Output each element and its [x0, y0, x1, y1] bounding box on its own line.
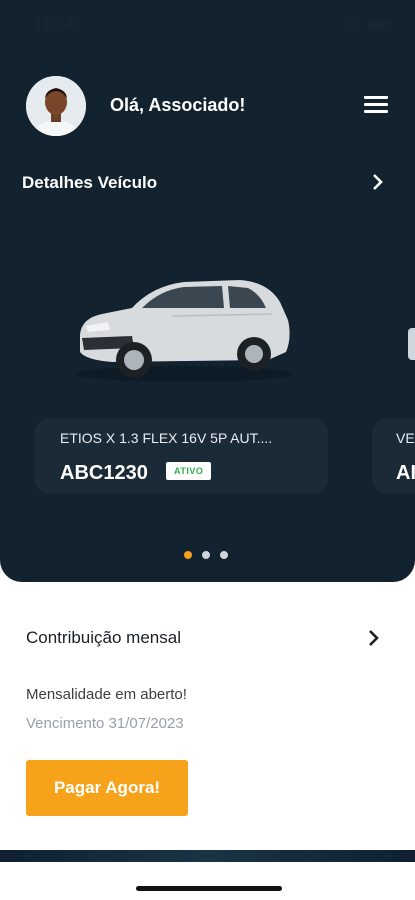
wifi-icon — [343, 18, 361, 30]
pay-now-button[interactable]: Pagar Agora! — [26, 760, 188, 816]
status-bar: 11:34 — [0, 0, 415, 50]
home-indicator[interactable] — [136, 886, 282, 891]
vehicle-plate: ABC1230 — [60, 462, 148, 484]
monthly-contribution-title: Contribuição mensal — [26, 628, 181, 647]
menu-icon[interactable] — [364, 96, 388, 116]
open-payment-message: Mensalidade em aberto! — [26, 686, 187, 703]
vehicle-model: ETIOS X 1.3 FLEX 16V 5P AUT.... — [60, 430, 273, 446]
vehicle-details-title: Detalhes Veículo — [22, 173, 158, 192]
hero-panel: 11:34 Olá, Associado! Detalhes Veículo E… — [0, 0, 415, 582]
bottom-strip — [0, 850, 415, 862]
chevron-right-icon[interactable] — [366, 628, 382, 648]
next-car-image — [408, 328, 415, 360]
vehicle-plate: AI — [396, 462, 415, 484]
carousel-dot-active[interactable] — [184, 551, 192, 559]
car-image — [76, 280, 292, 382]
chevron-right-icon[interactable] — [370, 172, 386, 192]
carousel-indicator — [184, 551, 228, 559]
vehicle-card-next[interactable]: VE AI — [372, 418, 415, 494]
avatar[interactable] — [26, 76, 86, 136]
carousel-dot[interactable] — [220, 551, 228, 559]
vehicle-model: VE — [396, 430, 415, 446]
status-icons — [343, 18, 391, 30]
battery-icon — [369, 18, 391, 30]
greeting-text: Olá, Associado! — [110, 95, 246, 115]
carousel-dot[interactable] — [202, 551, 210, 559]
vehicle-card[interactable]: ETIOS X 1.3 FLEX 16V 5P AUT.... ABC1230 … — [34, 418, 328, 494]
status-badge: ATIVO — [166, 462, 212, 480]
due-date: Vencimento 31/07/2023 — [26, 715, 184, 732]
status-time: 11:34 — [34, 17, 75, 34]
